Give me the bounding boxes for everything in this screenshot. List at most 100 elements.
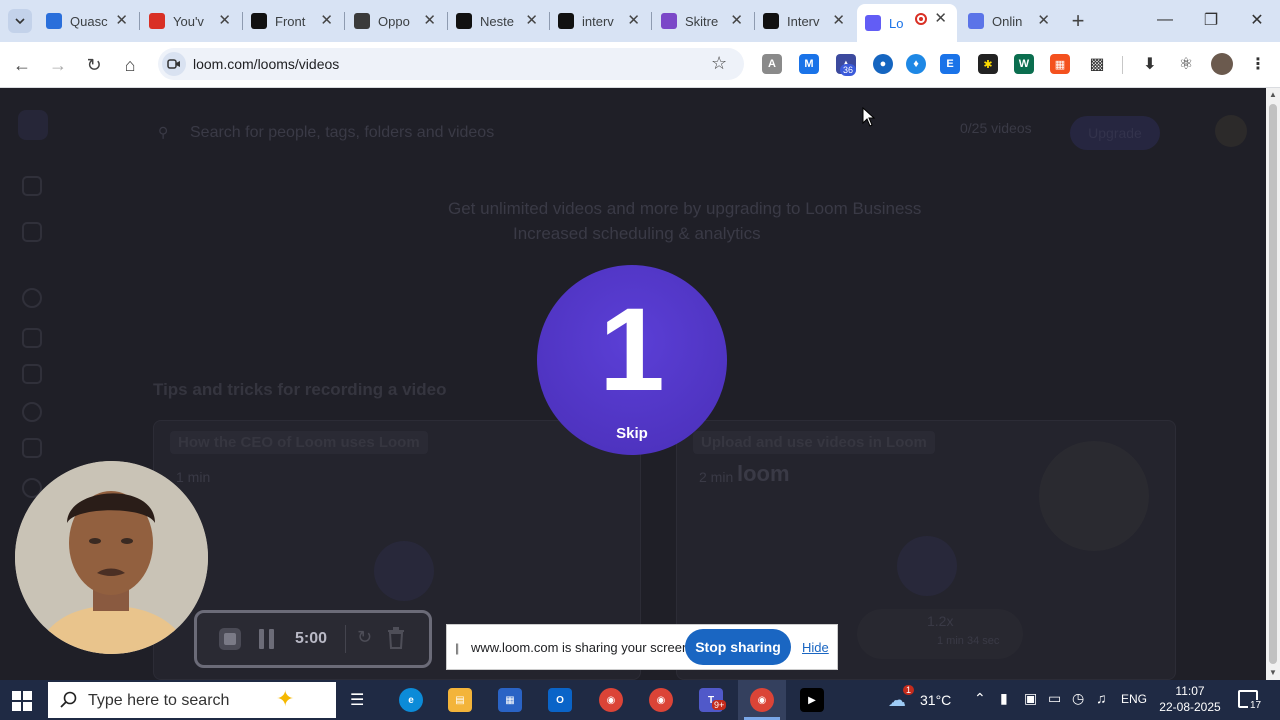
browser-tab[interactable]: Neste ✕ (448, 6, 548, 36)
restart-recording-button[interactable]: ↻ (357, 627, 372, 648)
browser-tab[interactable]: Quasc ✕ (38, 6, 138, 36)
close-tab-icon[interactable]: ✕ (934, 11, 947, 27)
chrome-icon[interactable]: ◉ (599, 688, 623, 712)
back-button[interactable]: ← (9, 52, 35, 78)
banner-subtext: Increased scheduling & analytics (513, 224, 761, 243)
browser-tab[interactable]: Oppo ✕ (346, 6, 446, 36)
close-tab-icon[interactable]: ✕ (423, 13, 436, 29)
recording-timer: 5:00 (295, 630, 328, 647)
bookmark-star-icon[interactable]: ☆ (711, 53, 727, 74)
new-tab-button[interactable]: + (1066, 8, 1090, 34)
close-tab-icon[interactable]: ✕ (832, 13, 845, 29)
close-tab-icon[interactable]: ✕ (1037, 13, 1050, 29)
windows-start-icon[interactable] (12, 691, 32, 711)
restore-button[interactable]: ❐ (1188, 6, 1234, 34)
capcut-icon[interactable]: ▶ (800, 688, 824, 712)
extensions-puzzle-icon[interactable]: ▩ (1087, 54, 1107, 74)
browser-tab[interactable]: Interv ✕ (755, 6, 855, 36)
toolbar-divider (1122, 56, 1123, 74)
reload-button[interactable]: ↻ (81, 52, 107, 78)
weather-temperature[interactable]: 31°C (920, 692, 951, 708)
extension-icon[interactable]: E (940, 54, 960, 74)
browser-tab[interactable]: Lo ✕ (857, 4, 957, 42)
edge-icon[interactable]: e (399, 688, 423, 712)
extension-icon[interactable]: ♦ (906, 54, 926, 74)
extension-icon[interactable]: A (762, 54, 782, 74)
hide-banner-link[interactable]: Hide (802, 640, 829, 655)
delete-recording-button[interactable] (387, 627, 405, 649)
stop-sharing-button[interactable]: Stop sharing (685, 629, 791, 665)
tab-search-button[interactable] (8, 9, 32, 33)
play-icon[interactable] (374, 541, 434, 601)
sidebar-profile-icon[interactable] (22, 288, 42, 308)
scroll-thumb[interactable] (1269, 104, 1277, 664)
sidebar-bookmark-icon[interactable] (22, 438, 42, 458)
forward-button[interactable]: → (45, 52, 71, 78)
browser-tab[interactable]: Front ✕ (243, 6, 343, 36)
wifi-icon[interactable]: ◷ (1072, 690, 1084, 707)
close-tab-icon[interactable]: ✕ (730, 13, 743, 29)
system-clock[interactable]: 11:07 22-08-2025 (1150, 683, 1230, 715)
close-tab-icon[interactable]: ✕ (218, 13, 231, 29)
task-view-icon[interactable]: ☰ (350, 690, 364, 710)
chevron-down-icon (15, 18, 25, 25)
chrome-active-icon[interactable]: ◉ (750, 688, 774, 712)
browser-tab[interactable]: Onlin ✕ (960, 6, 1060, 36)
sidebar-library-icon[interactable] (22, 328, 42, 348)
scroll-down-icon[interactable]: ▼ (1269, 668, 1277, 677)
meet-now-icon[interactable]: ▣ (1024, 690, 1037, 707)
close-tab-icon[interactable]: ✕ (115, 13, 128, 29)
sidebar-calendar-icon[interactable] (22, 364, 42, 384)
profile-avatar[interactable] (1211, 53, 1233, 75)
extension-icon[interactable]: ▦ (1050, 54, 1070, 74)
extension-icon[interactable]: ● (873, 54, 893, 74)
tray-expand-icon[interactable]: ⌃ (974, 690, 986, 707)
close-tab-icon[interactable]: ✕ (320, 13, 333, 29)
outlook-icon[interactable]: O (548, 688, 572, 712)
close-window-button[interactable]: ✕ (1234, 6, 1280, 34)
user-avatar[interactable] (1215, 115, 1247, 147)
file-explorer-icon[interactable]: ▤ (448, 688, 472, 712)
camera-bubble[interactable] (15, 461, 208, 654)
language-indicator[interactable]: ENG (1121, 692, 1147, 706)
extension-icon[interactable]: M (799, 54, 819, 74)
gmail-icon (149, 13, 165, 29)
search-input[interactable]: Search for people, tags, folders and vid… (190, 124, 494, 142)
browser-toolbar: ← → ↻ ⌂ loom.com/looms/videos ☆ A M ▲ 36… (0, 42, 1280, 88)
address-bar[interactable]: loom.com/looms/videos ☆ (158, 48, 744, 80)
sidebar-people-icon[interactable] (22, 222, 42, 242)
kebab-menu-icon[interactable]: ⋮ (1248, 54, 1268, 74)
extension-icon[interactable]: W (1014, 54, 1034, 74)
microsoft-store-icon[interactable]: ▦ (498, 688, 522, 712)
speed-value: 1.2x (927, 613, 954, 629)
tab-separator (344, 12, 345, 30)
home-button[interactable]: ⌂ (117, 52, 143, 78)
page-scrollbar[interactable]: ▲ ▼ (1266, 88, 1280, 680)
browser-tab[interactable]: interv ✕ (550, 6, 650, 36)
pause-recording-button[interactable] (259, 629, 275, 649)
stop-recording-button[interactable] (219, 628, 241, 650)
performance-icon[interactable]: ⚛ (1176, 54, 1196, 74)
video-card-title: Upload and use videos in Loom (693, 431, 935, 454)
sidebar-home-icon[interactable] (22, 176, 42, 196)
minimize-button[interactable]: — (1142, 6, 1188, 34)
scroll-up-icon[interactable]: ▲ (1269, 90, 1277, 99)
taskbar-search-box[interactable]: Type here to search ✦ (48, 682, 336, 718)
play-icon[interactable] (897, 536, 957, 596)
browser-tab[interactable]: You'v ✕ (141, 6, 241, 36)
extension-icon[interactable]: ✱ (978, 54, 998, 74)
chrome-profile-icon[interactable]: ◉ (649, 688, 673, 712)
skip-countdown-button[interactable]: Skip (616, 425, 648, 442)
site-info-icon[interactable] (162, 52, 186, 76)
browser-tab[interactable]: Skitre ✕ (653, 6, 753, 36)
download-icon[interactable]: ⬇ (1140, 54, 1160, 74)
upgrade-button[interactable]: Upgrade (1070, 116, 1160, 150)
close-tab-icon[interactable]: ✕ (525, 13, 538, 29)
microphone-icon[interactable]: ▮ (1000, 690, 1008, 707)
volume-icon[interactable]: ♫ (1096, 690, 1107, 706)
drag-handle-icon[interactable]: || (455, 641, 459, 655)
battery-icon[interactable]: ▭ (1048, 690, 1061, 707)
recording-countdown: 1 Skip (537, 265, 727, 455)
close-tab-icon[interactable]: ✕ (627, 13, 640, 29)
sidebar-bell-icon[interactable] (22, 402, 42, 422)
